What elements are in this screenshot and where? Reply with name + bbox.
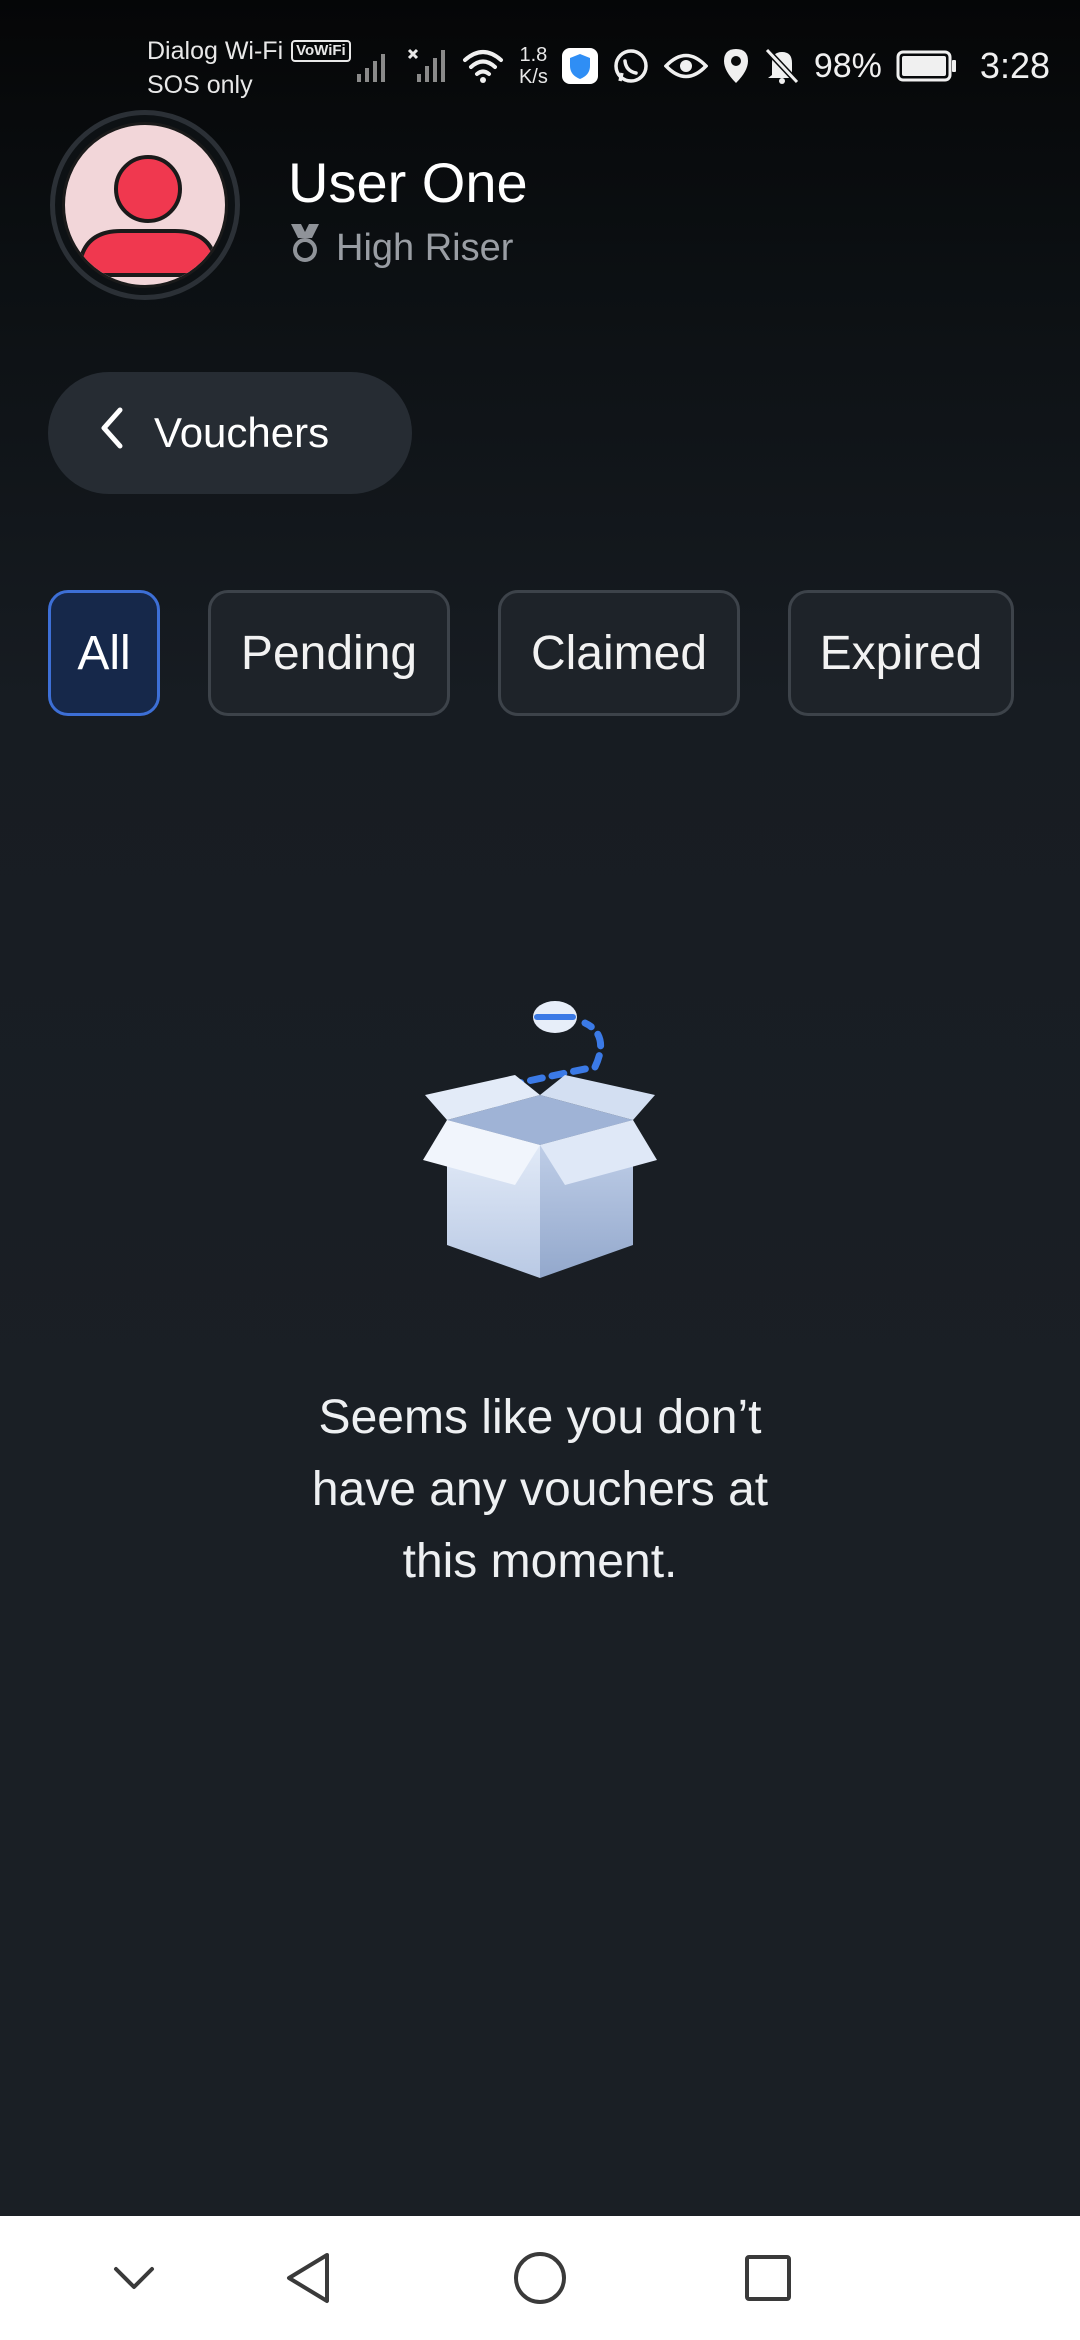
vowifi-badge: VoWiFi	[291, 40, 351, 62]
carrier-info: Dialog Wi-Fi VoWiFi SOS only	[147, 34, 351, 102]
rank-label: High Riser	[336, 226, 514, 269]
recents-square-icon[interactable]	[736, 2246, 800, 2310]
empty-line-1: Seems like you don’t	[318, 1391, 762, 1444]
tab-label: All	[77, 626, 131, 680]
empty-line-3: this moment.	[402, 1535, 678, 1588]
page-title: Vouchers	[154, 409, 330, 456]
eye-icon	[663, 51, 708, 81]
user-rank: High Riser	[288, 222, 513, 274]
status-bar: Dialog Wi-Fi VoWiFi SOS only 1.8 K/s 98%…	[0, 0, 1080, 110]
network-speed: 1.8 K/s	[519, 44, 548, 88]
battery-percent: 98%	[813, 46, 882, 85]
user-name: User One	[288, 151, 528, 214]
clock: 3:28	[979, 45, 1050, 86]
tab-claimed[interactable]: Claimed	[498, 590, 740, 716]
empty-line-2: have any vouchers at	[311, 1463, 769, 1516]
shield-icon	[561, 46, 598, 86]
wifi-icon	[461, 46, 505, 86]
medal-icon	[288, 222, 322, 274]
tab-expired[interactable]: Expired	[788, 590, 1014, 716]
back-button[interactable]: Vouchers	[48, 372, 412, 494]
tab-pending[interactable]: Pending	[208, 590, 450, 716]
chevron-left-icon	[98, 406, 126, 460]
tab-label: Claimed	[530, 626, 708, 680]
tab-label: Expired	[819, 626, 983, 680]
bell-off-icon	[764, 47, 800, 85]
tab-all[interactable]: All	[48, 590, 160, 716]
chevron-down-icon[interactable]	[102, 2246, 166, 2310]
whatsapp-icon	[612, 47, 650, 85]
home-circle-icon[interactable]	[508, 2246, 572, 2310]
avatar-icon	[62, 122, 228, 288]
location-icon	[722, 47, 750, 85]
avatar[interactable]	[50, 110, 240, 300]
carrier-name: Dialog Wi-Fi	[147, 37, 284, 65]
system-nav-bar	[0, 2216, 1080, 2340]
sos-text: SOS only	[147, 71, 253, 99]
battery-icon	[896, 50, 958, 82]
empty-state-message: Seems like you don’t have any vouchers a…	[240, 1382, 840, 1598]
signal-off-icon	[407, 46, 447, 86]
speed-value: 1.8	[519, 44, 548, 66]
tab-label: Pending	[240, 626, 418, 680]
back-triangle-icon[interactable]	[276, 2246, 340, 2310]
empty-box-icon	[405, 995, 675, 1295]
speed-unit: K/s	[518, 66, 548, 88]
signal-icon	[353, 46, 393, 86]
